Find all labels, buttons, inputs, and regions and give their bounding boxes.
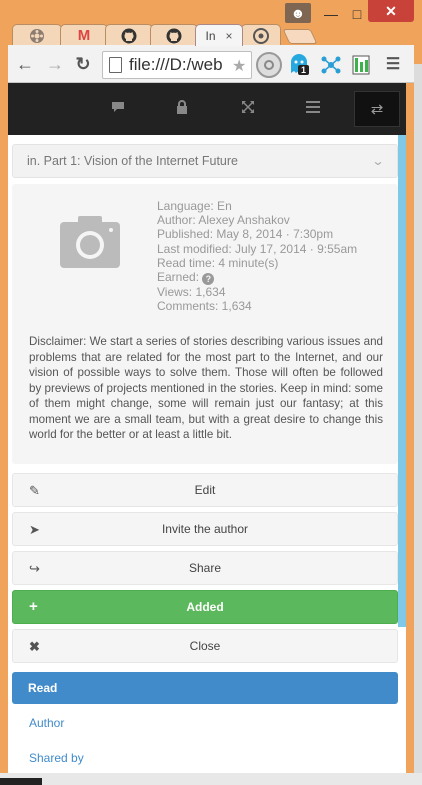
minimize-icon: — — [324, 6, 338, 22]
browser-tab-active[interactable]: In × — [195, 24, 243, 46]
comments-nav-button[interactable] — [106, 97, 130, 121]
meta-comments: Comments: 1,634 — [157, 299, 252, 314]
chart-extension-icon[interactable] — [348, 52, 374, 78]
transfer-icon: ⇄ — [370, 101, 384, 118]
github-icon — [166, 28, 182, 43]
story-meta: Language: En Author: Alexey Anshakov Pub… — [157, 199, 357, 313]
read-button[interactable]: Read — [12, 672, 398, 704]
comment-icon — [111, 100, 125, 118]
forward-arrow-icon: → — [46, 53, 64, 74]
ghostery-icon[interactable]: 1 — [286, 52, 312, 78]
browser-tab[interactable] — [150, 24, 198, 46]
close-button[interactable]: ✖ Close — [12, 629, 398, 663]
expand-icon — [241, 100, 255, 119]
shared-by-link[interactable]: Shared by — [29, 751, 84, 765]
target-icon — [253, 27, 269, 44]
added-label: Added — [186, 600, 224, 614]
meta-last-modified: Last modified: July 17, 2014 · 9:55am — [157, 241, 358, 256]
close-icon: ✖ — [29, 639, 40, 654]
reload-icon: ↻ — [75, 53, 91, 74]
desktop-background — [414, 64, 422, 785]
added-button[interactable]: + Added — [12, 590, 398, 624]
app-viewport: ⇄ in. Part 1: Vision of the Internet Fut… — [8, 83, 406, 773]
fullscreen-nav-button[interactable] — [236, 97, 260, 121]
chevron-down-icon: ⌄ — [371, 154, 385, 168]
disclaimer-text: Disclaimer: We start a series of stories… — [29, 335, 383, 441]
browser-tab[interactable] — [12, 24, 62, 46]
help-icon[interactable]: ? — [202, 273, 215, 286]
close-icon: ✕ — [385, 2, 397, 19]
browser-tab[interactable] — [105, 24, 153, 46]
list-icon — [306, 100, 320, 118]
gmail-icon: M — [77, 27, 91, 44]
tab-title: In — [205, 28, 216, 43]
tab-close-icon[interactable]: × — [226, 29, 233, 43]
meta-earned: Earned: ? — [157, 270, 357, 286]
address-bar[interactable]: file:///D:/web — [102, 51, 252, 79]
meta-read-time: Read time: 4 minute(s) — [157, 255, 279, 270]
author-link[interactable]: Author — [29, 716, 64, 730]
window-close-button[interactable]: ✕ — [368, 0, 414, 22]
app-navbar: ⇄ — [8, 83, 406, 135]
lock-nav-button[interactable] — [170, 97, 194, 121]
chrome-menu-button[interactable]: ☰ — [382, 53, 404, 75]
bar-chart-icon — [352, 55, 370, 75]
pencil-icon: ✎ — [29, 483, 40, 498]
extension-badge: 1 — [298, 65, 310, 75]
desktop-background-bottom — [0, 773, 422, 785]
chapter-title: in. Part 1: Vision of the Internet Futur… — [27, 154, 238, 168]
hamburger-menu-icon: ☰ — [385, 56, 401, 73]
meta-author: Author: Alexey Anshakov — [157, 213, 290, 228]
taskbar-fragment — [0, 778, 42, 785]
edit-label: Edit — [194, 483, 216, 497]
page-icon — [109, 57, 122, 73]
browser-tab[interactable]: M — [60, 24, 108, 46]
minimize-button[interactable]: — — [318, 3, 344, 25]
forward-button[interactable]: → — [44, 53, 66, 75]
list-nav-button[interactable] — [301, 97, 325, 121]
camera-icon — [60, 216, 120, 268]
user-icon: ☻ — [290, 5, 306, 21]
url-text: file:///D:/web — [129, 55, 223, 74]
back-button[interactable]: ← — [14, 53, 36, 75]
earned-label: Earned: — [157, 270, 200, 285]
meta-language: Language: En — [157, 199, 232, 213]
extension-shield-icon[interactable] — [256, 52, 282, 78]
maximize-icon: □ — [352, 6, 362, 22]
meta-views: Views: 1,634 — [157, 285, 226, 300]
browser-toolbar: ← → ↻ file:///D:/web ★ 1 ☰ — [8, 45, 414, 83]
close-label: Close — [189, 639, 221, 653]
chapter-selector[interactable]: in. Part 1: Vision of the Internet Futur… — [12, 144, 398, 178]
share-button[interactable]: ↪ Share — [12, 551, 398, 585]
back-arrow-icon: ← — [16, 53, 34, 74]
bookmark-star-icon[interactable]: ★ — [232, 56, 246, 76]
scrollbar[interactable] — [398, 135, 406, 627]
gear-icon — [30, 28, 44, 43]
browser-tab[interactable] — [241, 24, 281, 46]
molecule-extension-icon[interactable] — [318, 52, 344, 78]
edit-button[interactable]: ✎ Edit — [12, 473, 398, 507]
profile-button[interactable]: ☻ — [285, 3, 311, 23]
maximize-button[interactable]: □ — [344, 3, 370, 25]
invite-author-button[interactable]: ➤ Invite the author — [12, 512, 398, 546]
story-info-panel: Language: En Author: Alexey Anshakov Pub… — [12, 184, 398, 464]
transfer-nav-button[interactable]: ⇄ — [354, 91, 400, 127]
send-icon: ➤ — [29, 522, 40, 537]
plus-icon: + — [29, 598, 38, 615]
reload-button[interactable]: ↻ — [72, 53, 94, 75]
molecule-icon — [321, 56, 341, 74]
meta-published: Published: May 8, 2014 · 7:30pm — [157, 227, 334, 242]
share-label: Share — [188, 561, 222, 575]
share-icon: ↪ — [29, 561, 40, 576]
github-icon — [121, 28, 137, 43]
lock-icon — [176, 99, 188, 119]
invite-label: Invite the author — [161, 522, 249, 536]
